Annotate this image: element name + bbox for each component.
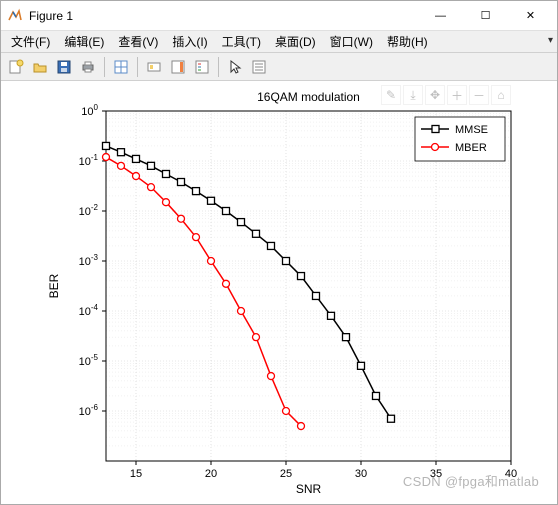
pointer-icon	[227, 59, 243, 75]
window-title: Figure 1	[29, 9, 418, 23]
data-cursor-button[interactable]	[110, 56, 132, 78]
svg-text:100: 100	[81, 103, 98, 118]
maximize-button[interactable]: ☐	[463, 2, 508, 30]
insert-legend-icon	[194, 59, 210, 75]
titlebar: Figure 1 — ☐ ✕	[1, 1, 557, 31]
svg-text:10-2: 10-2	[79, 203, 99, 218]
toolbar-separator	[104, 57, 105, 77]
link-icon	[146, 59, 162, 75]
open-icon	[32, 59, 48, 75]
svg-text:25: 25	[280, 468, 292, 480]
menu-file[interactable]: 文件(F)	[5, 31, 56, 52]
svg-text:BER: BER	[47, 273, 61, 298]
new-figure-icon	[8, 59, 24, 75]
print-button[interactable]	[77, 56, 99, 78]
save-button[interactable]	[53, 56, 75, 78]
data-cursor-icon	[113, 59, 129, 75]
menubar-overflow-icon[interactable]: ▾	[548, 35, 553, 46]
menu-insert[interactable]: 插入(I)	[166, 31, 213, 52]
svg-text:16QAM modulation: 16QAM modulation	[257, 90, 360, 104]
svg-text:30: 30	[355, 468, 367, 480]
menu-view[interactable]: 查看(V)	[112, 31, 164, 52]
minimize-button[interactable]: —	[418, 2, 463, 30]
svg-text:MMSE: MMSE	[455, 124, 488, 136]
toolbar-separator	[137, 57, 138, 77]
svg-text:15: 15	[130, 468, 142, 480]
insert-legend-button[interactable]	[191, 56, 213, 78]
menubar: 文件(F) 编辑(E) 查看(V) 插入(I) 工具(T) 桌面(D) 窗口(W…	[1, 31, 557, 53]
pointer-button[interactable]	[224, 56, 246, 78]
toolbar-separator	[218, 57, 219, 77]
print-icon	[80, 59, 96, 75]
menu-help[interactable]: 帮助(H)	[381, 31, 434, 52]
svg-text:35: 35	[430, 468, 442, 480]
svg-text:10-1: 10-1	[79, 153, 99, 168]
svg-text:SNR: SNR	[296, 482, 322, 496]
link-button[interactable]	[143, 56, 165, 78]
svg-text:20: 20	[205, 468, 217, 480]
close-button[interactable]: ✕	[508, 2, 553, 30]
menu-edit[interactable]: 编辑(E)	[58, 31, 110, 52]
close-glyph: ✕	[526, 9, 535, 22]
svg-text:10-3: 10-3	[79, 253, 99, 268]
menu-window[interactable]: 窗口(W)	[324, 31, 379, 52]
insert-colorbar-button[interactable]	[167, 56, 189, 78]
matlab-logo-icon	[7, 8, 23, 24]
svg-text:10-4: 10-4	[79, 303, 99, 318]
svg-text:40: 40	[505, 468, 517, 480]
svg-text:MBER: MBER	[455, 142, 487, 154]
minimize-glyph: —	[435, 10, 446, 22]
svg-text:10-6: 10-6	[79, 403, 99, 418]
save-icon	[56, 59, 72, 75]
svg-text:10-5: 10-5	[79, 353, 99, 368]
property-editor-icon	[251, 59, 267, 75]
open-button[interactable]	[29, 56, 51, 78]
chart-svg: 15 20 25 30 35 40 100 10-1 10-2 10-3 10-4 10-5 10-6 S…	[1, 81, 557, 504]
property-editor-button[interactable]	[248, 56, 270, 78]
new-figure-button[interactable]	[5, 56, 27, 78]
menu-tools[interactable]: 工具(T)	[216, 31, 267, 52]
figure-window: Figure 1 — ☐ ✕ 文件(F) 编辑(E) 查看(V) 插入(I) 工…	[0, 0, 558, 505]
toolbar	[1, 53, 557, 81]
axes[interactable]: ✎ ⤓ ✥ ＋ － ⌂ 15202530354010010-110-210-31…	[1, 81, 557, 504]
menu-desktop[interactable]: 桌面(D)	[269, 31, 322, 52]
maximize-glyph: ☐	[481, 9, 491, 22]
insert-colorbar-icon	[170, 59, 186, 75]
